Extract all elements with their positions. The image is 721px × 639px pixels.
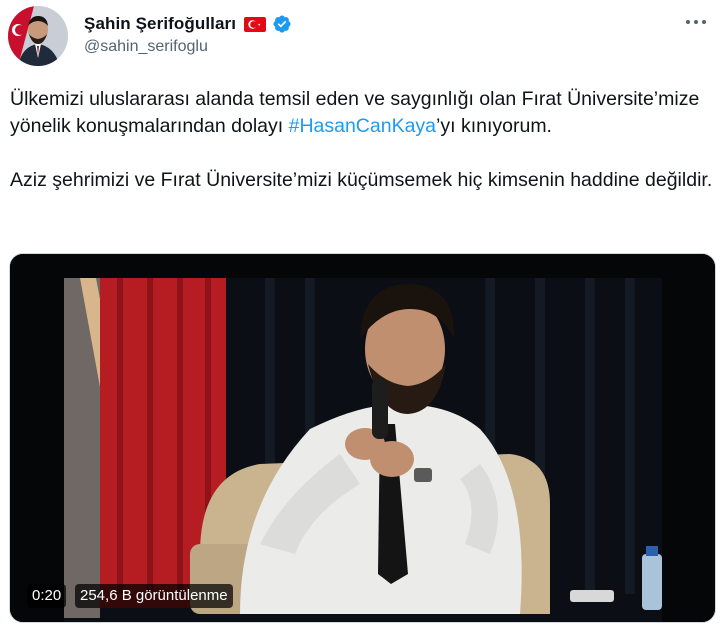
more-dot-icon [694,20,698,24]
more-dot-icon [702,20,706,24]
turkey-flag-icon [244,16,267,32]
more-dot-icon [686,20,690,24]
more-options-button[interactable] [685,14,707,30]
author-handle[interactable]: @sahin_serifoglu [84,38,208,56]
author-name-row: Şahin Şerifoğulları [84,12,292,36]
profile-avatar[interactable] [8,6,68,66]
video-views-badge: 254,6 B görüntülenme [75,584,233,608]
tweet-paragraph-2: Aziz şehrimizi ve Fırat Üniversite’mizi … [10,169,713,191]
hashtag-link[interactable]: #HasanCanKaya [289,115,436,137]
author-display-name[interactable]: Şahin Şerifoğulları [84,14,236,34]
tweet-text: Ülkemizi uluslararası alanda temsil eden… [10,86,715,194]
tweet-card: Şahin Şerifoğulları @sahin_serifoglu Ülk… [0,0,721,639]
video-player[interactable] [9,253,716,623]
video-duration-badge: 0:20 [27,584,67,608]
tweet-paragraph-1: Ülkemizi uluslararası alanda temsil eden… [10,86,715,140]
video-frame [10,254,715,622]
verified-badge-icon [272,14,292,34]
tweet-text-segment: ’yı kınıyorum. [436,115,552,137]
